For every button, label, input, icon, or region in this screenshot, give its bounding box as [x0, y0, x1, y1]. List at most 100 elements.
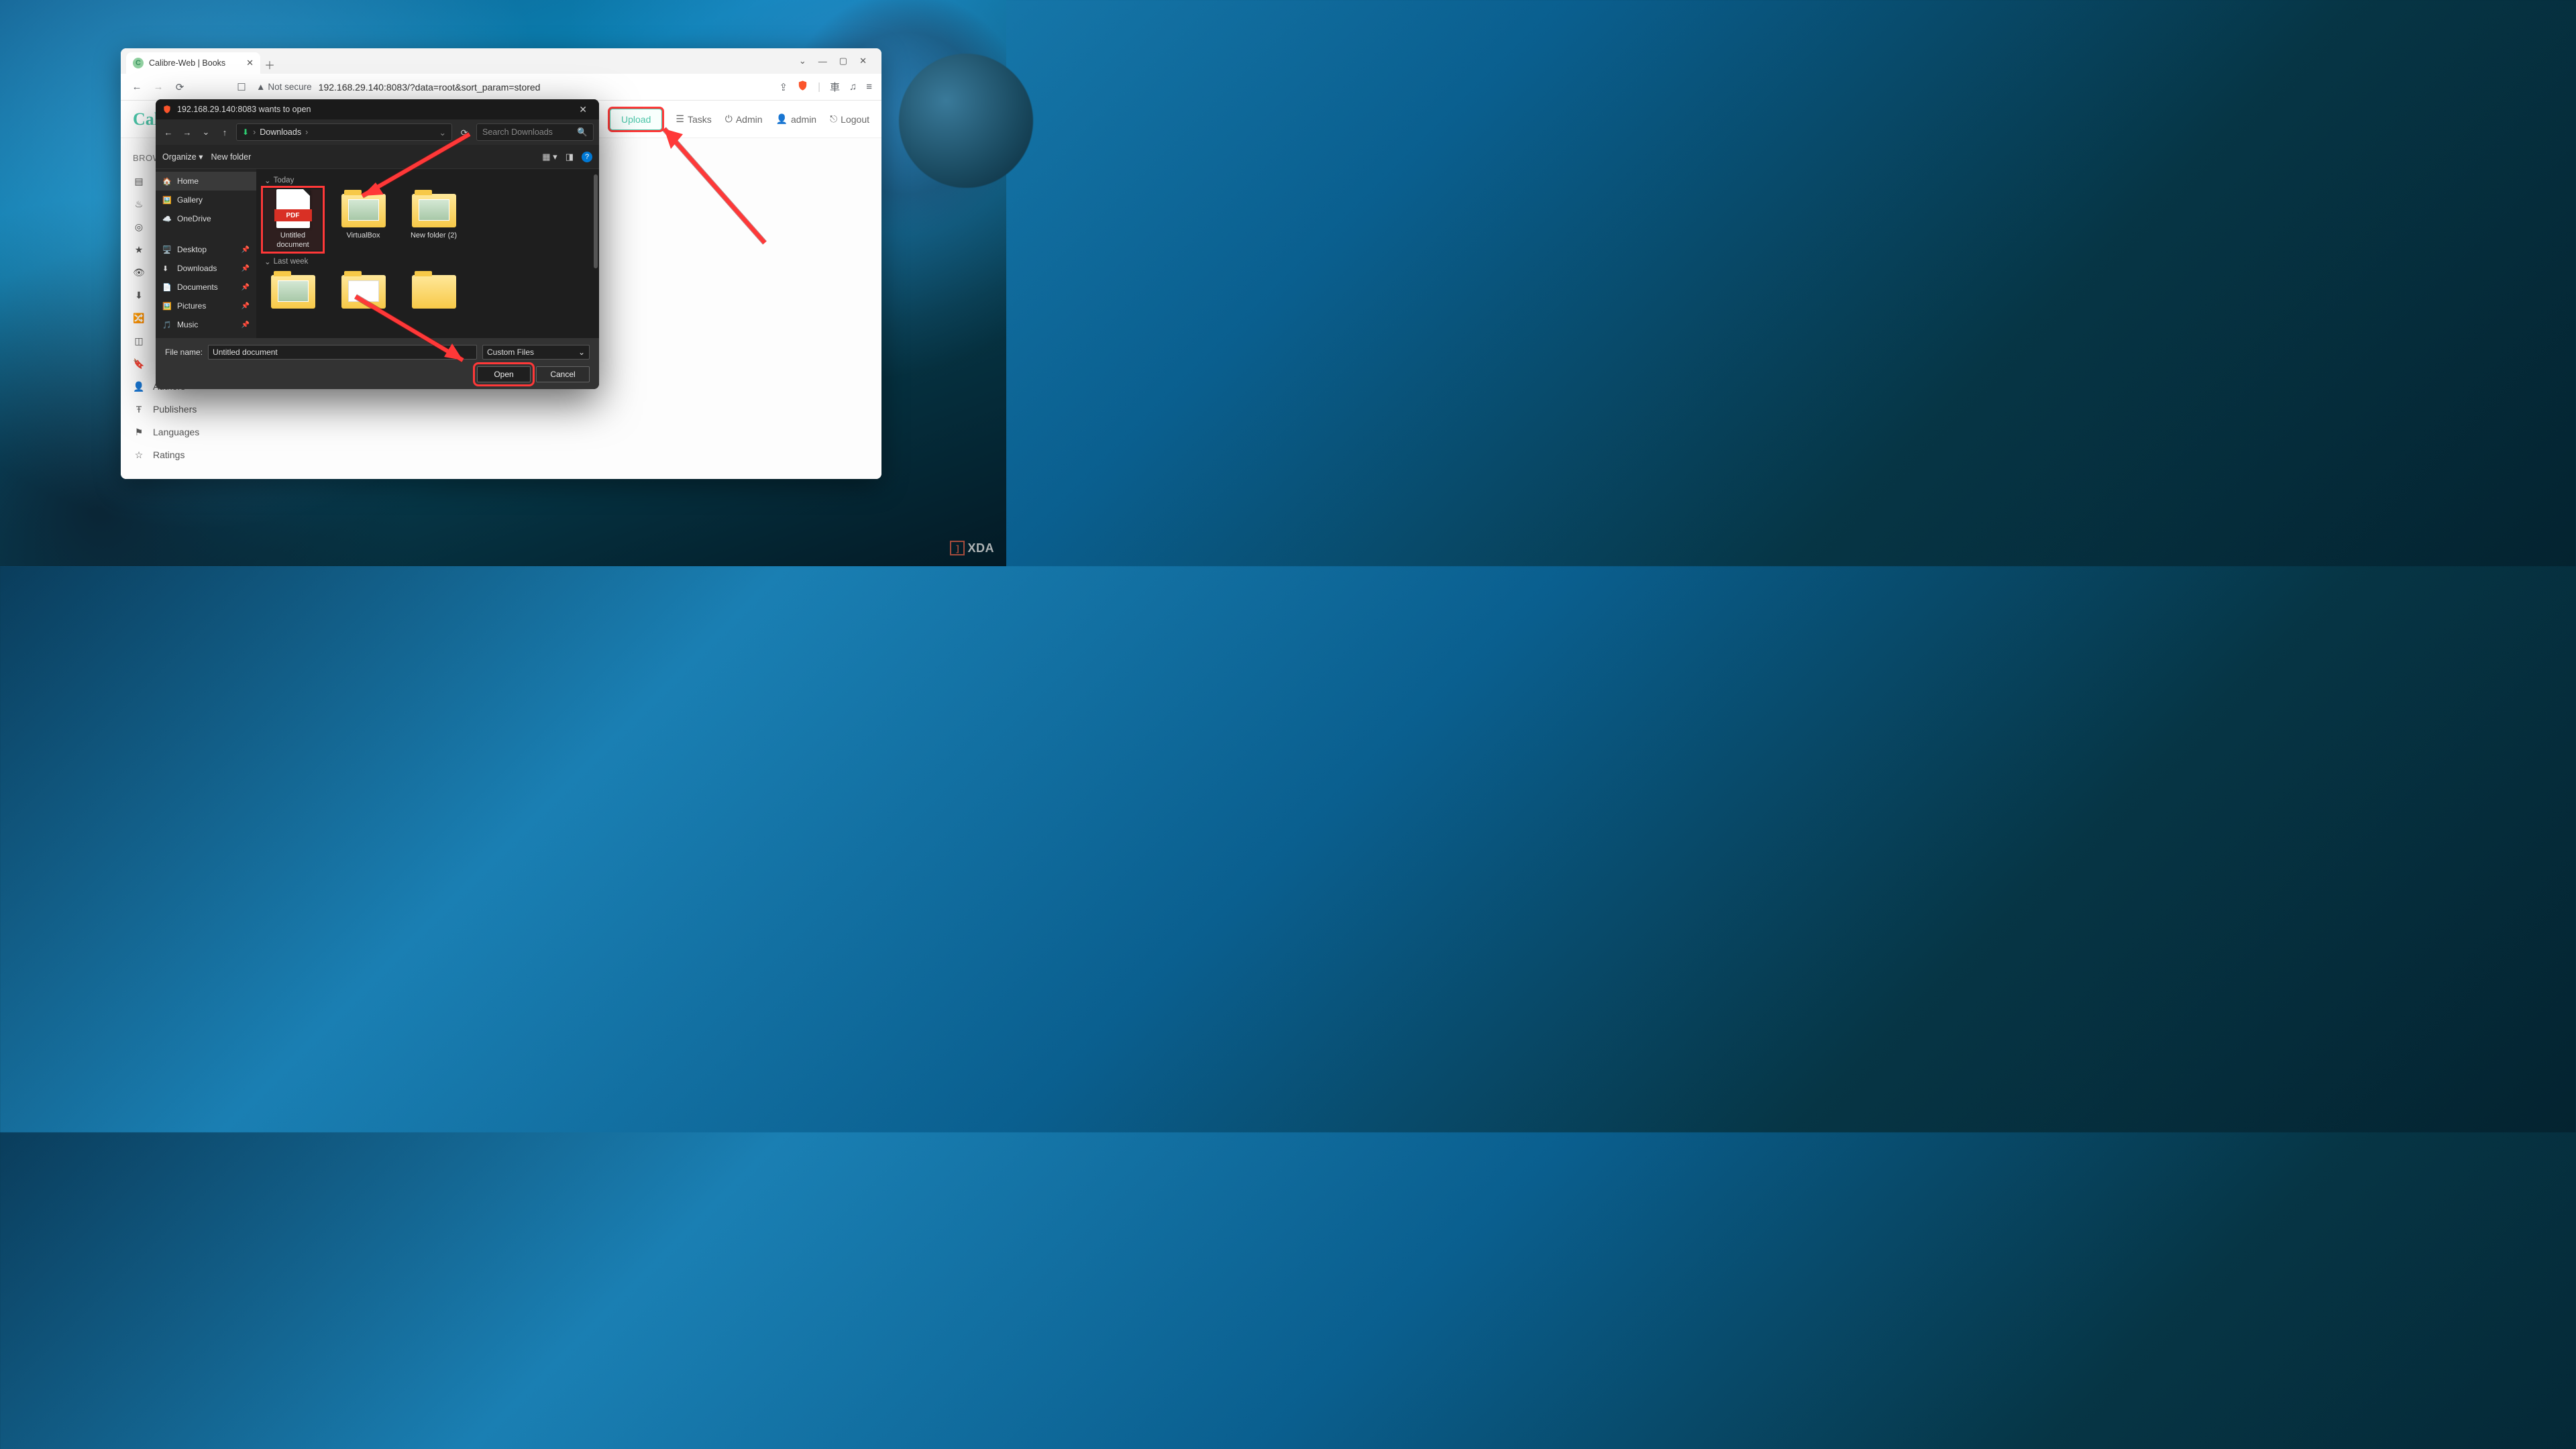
- view-mode-button[interactable]: ▦ ▾: [542, 152, 557, 162]
- nav-item-label: Music: [177, 320, 198, 329]
- preview-pane-button[interactable]: ◨: [566, 152, 574, 162]
- bookmark-icon: 🔖: [133, 358, 145, 370]
- file-item-folder[interactable]: [405, 270, 462, 313]
- not-secure-indicator[interactable]: ▲ Not secure: [256, 82, 312, 92]
- open-button[interactable]: Open: [477, 366, 531, 382]
- file-item-folder[interactable]: VirtualBox: [335, 189, 392, 250]
- browser-window: C Calibre-Web | Books ✕ ＋ ⌄ — ▢ ✕ ← → ⟳ …: [121, 48, 881, 479]
- xda-logo-icon: ]: [950, 541, 965, 555]
- toolbar-right-icons: ⇪ | ⾞ ♫ ≡: [779, 80, 872, 94]
- sidebar-item-publishers[interactable]: ŦPublishers: [133, 398, 241, 421]
- bookmark-icon[interactable]: ☐: [235, 81, 248, 93]
- file-name-label: VirtualBox: [347, 231, 380, 241]
- file-name-input[interactable]: [208, 345, 477, 360]
- brave-shields-icon[interactable]: [797, 80, 808, 94]
- new-folder-button[interactable]: New folder: [211, 152, 251, 162]
- nav-item-icon: 🎵: [162, 321, 172, 329]
- nav-item-downloads[interactable]: ⬇Downloads📌: [156, 259, 256, 278]
- logout-link[interactable]: ⎋ Logout: [830, 113, 869, 125]
- dialog-back-button[interactable]: ←: [161, 127, 176, 138]
- publisher-icon: Ŧ: [133, 404, 145, 415]
- sidebar-item-ratings[interactable]: ☆Ratings: [133, 443, 241, 466]
- organize-button[interactable]: Organize ▾: [162, 152, 203, 162]
- chevron-down-icon: ⌄: [264, 257, 271, 266]
- nav-forward-button[interactable]: →: [152, 81, 165, 93]
- nav-item-pictures[interactable]: 🖼️Pictures📌: [156, 297, 256, 315]
- dialog-refresh-button[interactable]: ⟳: [456, 127, 472, 138]
- pin-icon: 📌: [241, 246, 250, 254]
- menu-icon[interactable]: ≡: [866, 81, 872, 93]
- nav-item-home[interactable]: 🏠 Home: [156, 172, 256, 191]
- nav-item-desktop[interactable]: 🖥️Desktop📌: [156, 240, 256, 259]
- brave-icon: [162, 105, 172, 114]
- share-icon[interactable]: ⇪: [779, 81, 788, 93]
- scrollbar-thumb[interactable]: [594, 174, 598, 268]
- nav-back-button[interactable]: ←: [130, 81, 144, 93]
- sidebar-label: Languages: [153, 427, 199, 437]
- dialog-recent-button[interactable]: ⌄: [199, 127, 213, 138]
- nav-item-label: OneDrive: [177, 214, 211, 223]
- help-button[interactable]: ?: [582, 152, 592, 162]
- dialog-close-button[interactable]: ✕: [574, 101, 592, 118]
- dialog-search-input[interactable]: Search Downloads 🔍: [476, 123, 594, 141]
- nav-item-gallery[interactable]: 🖼️Gallery: [156, 191, 256, 209]
- fire-icon: ♨: [133, 199, 145, 210]
- window-close-button[interactable]: ✕: [859, 56, 867, 66]
- file-item-pdf[interactable]: Untitled document: [264, 189, 321, 250]
- nav-reload-button[interactable]: ⟳: [173, 81, 186, 93]
- list-icon: ☰: [676, 113, 684, 125]
- admin-link[interactable]: ⏻ Admin: [725, 113, 763, 125]
- dialog-path-bar[interactable]: ⬇ › Downloads › ⌄: [236, 123, 452, 141]
- chevron-down-icon[interactable]: ⌄: [439, 127, 446, 138]
- nav-item-music[interactable]: 🎵Music📌: [156, 315, 256, 334]
- file-item-folder[interactable]: [264, 270, 321, 313]
- window-maximize-button[interactable]: ▢: [839, 56, 847, 66]
- nav-item-label: Home: [177, 176, 199, 186]
- dialog-forward-button[interactable]: →: [180, 127, 195, 138]
- tab-close-button[interactable]: ✕: [246, 58, 254, 68]
- chevron-right-icon: ›: [305, 127, 308, 137]
- nav-item-onedrive[interactable]: ☁️OneDrive: [156, 209, 256, 228]
- pdf-file-icon: [276, 189, 310, 228]
- new-tab-button[interactable]: ＋: [260, 55, 279, 74]
- eye-icon: 👁: [133, 267, 145, 278]
- xda-text: XDA: [967, 541, 994, 555]
- chevron-down-icon[interactable]: ⌄: [799, 56, 806, 66]
- window-minimize-button[interactable]: —: [818, 56, 827, 66]
- nav-item-documents[interactable]: 📄Documents📌: [156, 278, 256, 297]
- nav-item-icon: 🏠: [162, 177, 172, 186]
- upload-button[interactable]: Upload: [610, 109, 662, 130]
- nav-item-label: Pictures: [177, 301, 206, 311]
- cancel-button[interactable]: Cancel: [536, 366, 590, 382]
- file-type-filter[interactable]: Custom Files ⌄: [482, 345, 590, 360]
- admin-label: Admin: [736, 114, 763, 125]
- address-bar[interactable]: ▲ Not secure 192.168.29.140:8083/?data=r…: [256, 82, 771, 93]
- logout-label: Logout: [841, 114, 869, 125]
- file-name-label: New folder (2): [411, 231, 457, 241]
- file-item-folder[interactable]: [335, 270, 392, 313]
- dialog-up-button[interactable]: ↑: [217, 127, 232, 138]
- file-item-folder[interactable]: New folder (2): [405, 189, 462, 250]
- folder-icon: [412, 275, 456, 309]
- nav-item-label: Downloads: [177, 264, 217, 273]
- dialog-nav-pane[interactable]: 🏠 Home 🖼️Gallery☁️OneDrive 🖥️Desktop📌 ⬇ Downl…: [156, 169, 256, 338]
- tasks-link[interactable]: ☰ Tasks: [676, 113, 711, 125]
- flag-icon: ⚑: [133, 427, 145, 438]
- user-link[interactable]: 👤 admin: [776, 113, 817, 125]
- tasks-label: Tasks: [688, 114, 712, 125]
- file-name-label: Untitled document: [264, 231, 321, 250]
- nav-item-icon: ⬇: [162, 264, 172, 273]
- dialog-file-list[interactable]: ⌄Today Untitled document VirtualBox New fo…: [256, 169, 599, 338]
- nav-item-label: Documents: [177, 282, 218, 292]
- sidebar-item-languages[interactable]: ⚑ Languages: [133, 421, 241, 443]
- group-header-lastweek[interactable]: ⌄Last week: [264, 254, 591, 270]
- group-header-today[interactable]: ⌄Today: [264, 173, 591, 189]
- media-icon[interactable]: ♫: [849, 81, 857, 93]
- path-segment[interactable]: Downloads: [260, 127, 301, 137]
- book-icon: ▤: [133, 176, 145, 187]
- filter-label: Custom Files: [487, 347, 534, 357]
- extensions-icon[interactable]: ⾞: [830, 80, 840, 94]
- file-name-label: File name:: [165, 347, 203, 357]
- browser-tab-active[interactable]: C Calibre-Web | Books ✕: [126, 52, 260, 74]
- download-icon: ⬇: [133, 290, 145, 301]
